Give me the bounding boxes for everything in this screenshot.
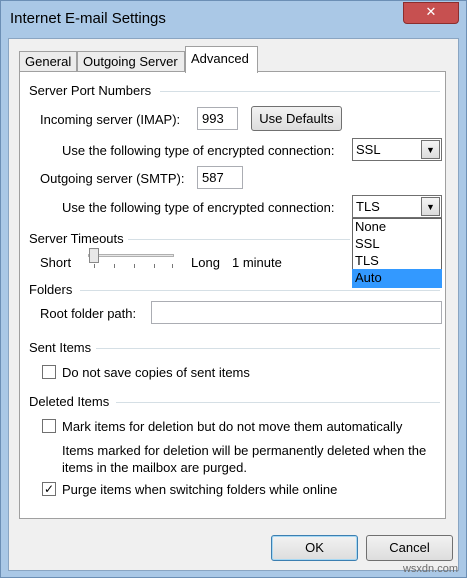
section-divider	[128, 239, 350, 240]
close-icon: ✕	[425, 5, 437, 20]
slider-track	[88, 254, 174, 257]
incoming-encryption-select[interactable]: SSL ▼	[352, 138, 442, 161]
slider-tick	[154, 264, 155, 268]
ok-button[interactable]: OK	[271, 535, 358, 561]
dropdown-option-none[interactable]: None	[353, 219, 441, 236]
checkmark-icon: ✓	[43, 482, 55, 496]
encryption-dropdown-list[interactable]: None SSL TLS Auto	[352, 218, 442, 288]
section-divider	[96, 348, 440, 349]
incoming-port-input[interactable]: 993	[197, 107, 238, 130]
deletion-info-line1: Items marked for deletion will be perman…	[62, 443, 427, 458]
tab-general[interactable]: General	[19, 51, 77, 72]
sent-items-heading: Sent Items	[29, 340, 92, 355]
dialog-window: Internet E-mail Settings ✕ General Outgo…	[0, 0, 467, 578]
outgoing-encryption-value: TLS	[356, 199, 380, 214]
slider-tick	[134, 264, 135, 268]
timeout-value: 1 minute	[232, 255, 282, 270]
chevron-down-icon[interactable]: ▼	[421, 140, 440, 159]
deleted-items-heading: Deleted Items	[29, 394, 110, 409]
section-divider	[80, 290, 440, 291]
chevron-down-icon[interactable]: ▼	[421, 197, 440, 216]
window-title: Internet E-mail Settings	[10, 10, 166, 27]
purge-items-checkbox[interactable]: ✓	[42, 482, 56, 496]
outgoing-server-label: Outgoing server (SMTP):	[40, 171, 185, 186]
title-bar[interactable]: Internet E-mail Settings ✕	[1, 1, 466, 39]
slider-tick	[94, 264, 95, 268]
dropdown-option-auto[interactable]: Auto	[352, 269, 442, 288]
folders-heading: Folders	[29, 282, 73, 297]
no-save-sent-checkbox[interactable]	[42, 365, 56, 379]
dropdown-option-tls[interactable]: TLS	[353, 253, 441, 270]
server-timeouts-heading: Server Timeouts	[29, 231, 124, 246]
dialog-client-area: General Outgoing Server Advanced Server …	[8, 38, 459, 571]
deletion-info-line2: items in the mailbox are purged.	[62, 460, 247, 475]
close-button[interactable]: ✕	[403, 2, 459, 24]
incoming-encryption-value: SSL	[356, 142, 381, 157]
tab-advanced[interactable]: Advanced	[185, 46, 258, 73]
advanced-tab-panel: Server Port Numbers Incoming server (IMA…	[19, 71, 446, 519]
section-divider	[116, 402, 440, 403]
slider-thumb[interactable]	[89, 248, 99, 263]
incoming-server-label: Incoming server (IMAP):	[40, 112, 181, 127]
outgoing-encryption-select[interactable]: TLS ▼	[352, 195, 442, 218]
mark-for-deletion-label: Mark items for deletion but do not move …	[62, 419, 403, 434]
timeout-long-label: Long	[191, 255, 220, 270]
outgoing-port-input[interactable]: 587	[197, 166, 243, 189]
server-ports-heading: Server Port Numbers	[29, 83, 152, 98]
dropdown-option-ssl[interactable]: SSL	[353, 236, 441, 253]
incoming-encryption-label: Use the following type of encrypted conn…	[62, 143, 335, 158]
tab-outgoing-server[interactable]: Outgoing Server	[77, 51, 185, 72]
root-folder-input[interactable]	[151, 301, 442, 324]
mark-for-deletion-checkbox[interactable]	[42, 419, 56, 433]
cancel-button[interactable]: Cancel	[366, 535, 453, 561]
root-folder-label: Root folder path:	[40, 306, 137, 321]
timeout-short-label: Short	[40, 255, 72, 270]
section-divider	[160, 91, 440, 92]
purge-items-label: Purge items when switching folders while…	[62, 482, 338, 497]
use-defaults-button[interactable]: Use Defaults	[251, 106, 342, 131]
watermark-text: wsxdn.com	[402, 563, 458, 575]
outgoing-encryption-label: Use the following type of encrypted conn…	[62, 200, 335, 215]
slider-tick	[114, 264, 115, 268]
slider-tick	[172, 264, 173, 268]
no-save-sent-label: Do not save copies of sent items	[62, 365, 250, 380]
timeout-slider[interactable]	[86, 248, 176, 270]
